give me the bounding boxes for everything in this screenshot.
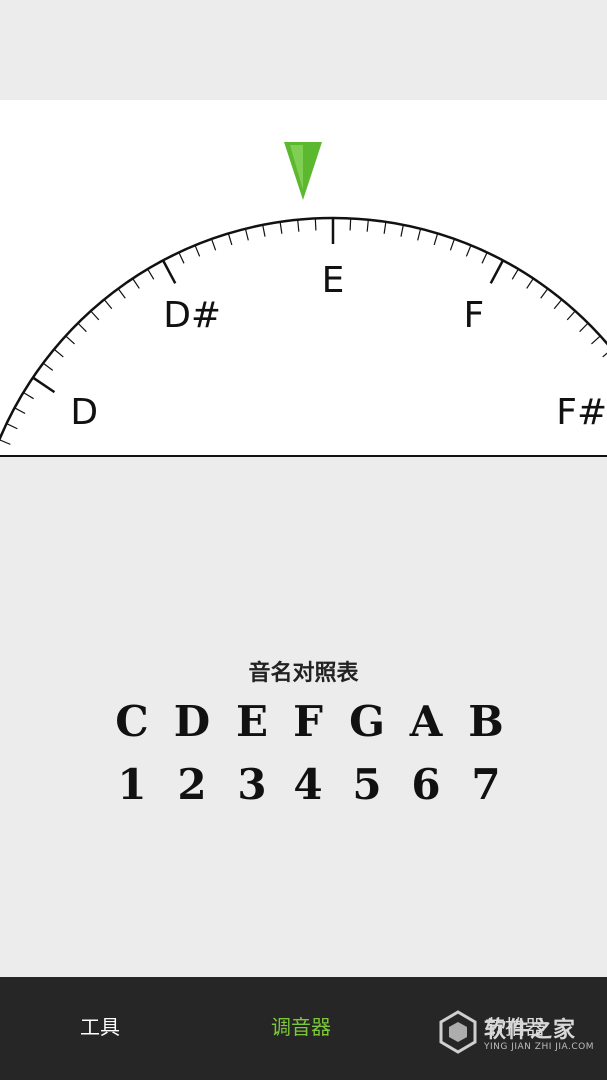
dial-minor-tick [366, 219, 369, 232]
dial-minor-tick [244, 228, 249, 241]
dial-minor-tick [103, 299, 113, 310]
dial-minor-tick [314, 218, 317, 231]
dial-note-label: F [463, 295, 484, 336]
tuner-dial: D D# E F F# [0, 142, 607, 445]
dial-minor-tick [262, 224, 266, 237]
note-number: 6 [411, 760, 441, 809]
note-number: 4 [293, 760, 323, 809]
dial-minor-tick [349, 218, 352, 231]
reference-table-title: 音名对照表 [248, 661, 359, 686]
dial-minor-tick [553, 299, 563, 310]
dial-minor-tick [481, 252, 488, 264]
dial-minor-tick [591, 335, 601, 345]
note-number: 5 [352, 760, 382, 809]
dial-major-tick [489, 259, 505, 284]
note-number-row: 1234567 [0, 760, 607, 810]
tuner-dial-panel: D D# E F F# [0, 100, 607, 456]
dial-minor-tick [602, 352, 607, 358]
dial-minor-tick [279, 221, 283, 234]
note-letter-row: CDEFGAB [0, 697, 607, 747]
dial-minor-tick [511, 268, 519, 280]
note-letter: B [468, 697, 504, 746]
dial-minor-tick [0, 439, 11, 445]
dial-minor-tick [227, 233, 233, 246]
note-number: 1 [117, 760, 147, 809]
note-number: 3 [237, 760, 267, 809]
dial-minor-tick [297, 219, 300, 232]
note-letter: G [349, 697, 385, 746]
dial-major-tick [32, 376, 56, 394]
watermark-url: YING JIAN ZHI JIA.COM [484, 1042, 595, 1052]
watermark: 软件之家 YING JIAN ZHI JIA.COM [438, 1008, 598, 1058]
dial-minor-tick [6, 423, 18, 430]
note-letter: A [409, 697, 443, 746]
dial-minor-tick [14, 407, 26, 415]
dial-minor-tick [132, 278, 140, 289]
dial-minor-tick [90, 310, 100, 321]
dial-minor-tick [400, 224, 404, 237]
dial-minor-tick [526, 278, 534, 289]
brand-logo-icon [439, 1010, 477, 1054]
dial-minor-tick [194, 245, 201, 257]
dial-note-label: F# [556, 392, 607, 433]
dial-minor-tick [147, 268, 155, 280]
dial-note-label: D [70, 392, 98, 433]
note-number: 7 [471, 760, 501, 809]
nav-tab-tools[interactable]: 工具 [80, 1015, 120, 1039]
dial-minor-tick [540, 288, 549, 299]
dial-minor-tick [77, 322, 87, 333]
note-letter: D [173, 697, 211, 746]
dial-minor-tick [417, 228, 422, 241]
dial-minor-tick [465, 245, 472, 257]
note-letter: F [293, 697, 323, 746]
dial-minor-tick [449, 238, 455, 251]
top-status-area [0, 0, 607, 100]
dial-minor-tick [117, 288, 126, 299]
note-number: 2 [177, 760, 207, 809]
dial-minor-tick [383, 221, 387, 234]
dial-minor-tick [178, 252, 185, 264]
dial-note-label: D# [163, 295, 221, 336]
dial-minor-tick [42, 362, 54, 371]
dial-note-labels: D D# E F F# [70, 260, 607, 433]
dial-minor-tick [65, 335, 75, 345]
dial-minor-tick [23, 391, 34, 400]
dial-minor-tick [566, 310, 576, 321]
dial-minor-tick [579, 322, 589, 333]
dial-minor-tick [53, 348, 64, 358]
dial-baseline [0, 455, 607, 457]
note-letter: E [235, 697, 268, 746]
dial-minor-tick [433, 233, 439, 246]
note-letter: C [115, 697, 149, 746]
watermark-brand: 软件之家 [484, 1018, 577, 1043]
nav-tab-tuner[interactable]: 调音器 [271, 1015, 331, 1039]
dial-major-tick [161, 259, 177, 284]
dial-note-label: E [322, 260, 345, 301]
dial-minor-tick [211, 238, 217, 251]
